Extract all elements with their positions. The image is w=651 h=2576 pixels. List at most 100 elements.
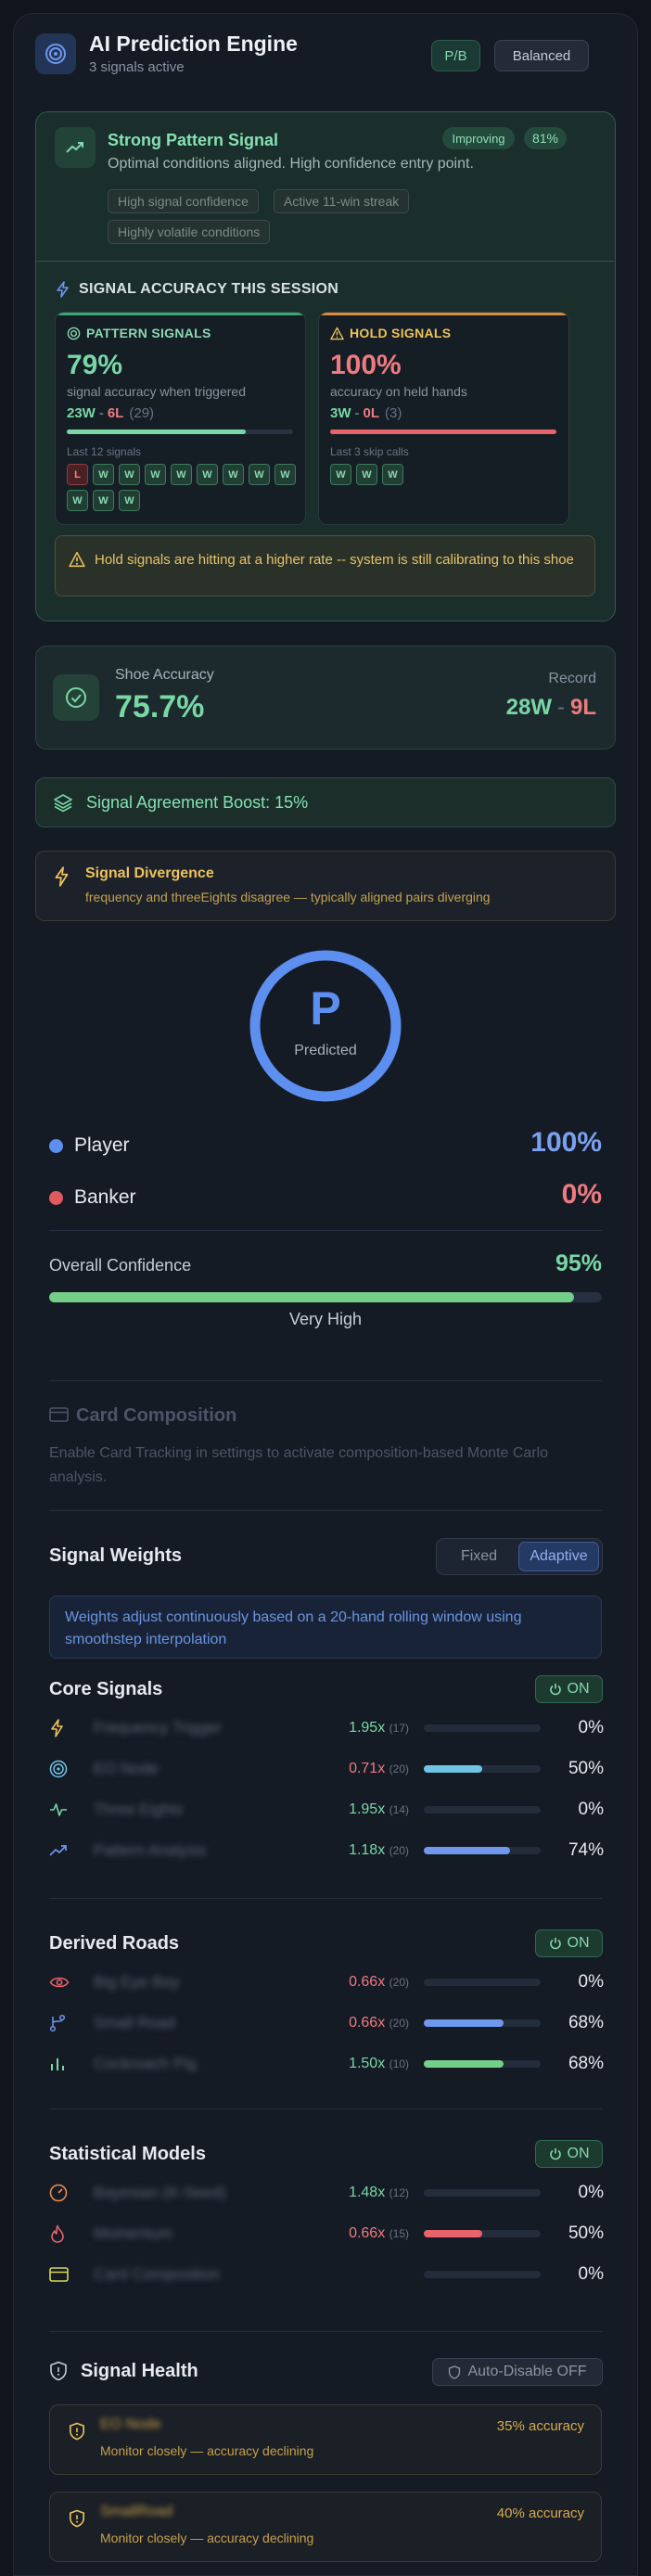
pattern-losses: 6L [107,405,124,421]
signal-row[interactable]: Bayesian (K-Seed) 1.48x (12) 0% [49,2181,604,2205]
signal-name: Frequency Trigger [94,1719,222,1737]
group-enabled-toggle[interactable]: ON [535,2140,603,2168]
history-win: W [119,464,140,485]
banker-percentage: 0% [561,1179,602,1210]
signal-row[interactable]: Cockroach Pig 1.50x (10) 68% [49,2052,604,2076]
signal-row[interactable]: Pattern Analysis 1.18x (20) 74% [49,1839,604,1863]
history-win: W [249,464,270,485]
signal-row[interactable]: Card Composition 0% [49,2262,604,2287]
signal-divergence-card: Signal Divergence frequency and threeEig… [35,851,616,921]
hold-accuracy-caption: accuracy on held hands [330,384,467,399]
group-enabled-toggle[interactable]: ON [535,1675,603,1703]
history-win: W [67,490,88,511]
signal-health-title: Signal Health [81,2361,198,2381]
history-win: W [330,464,351,485]
pattern-history: LWWWWWWWWWWW [67,464,299,511]
signal-multiplier: 1.48x [349,2185,386,2200]
player-label: Player [74,1134,130,1156]
signal-bar [424,1724,541,1732]
signal-sample-count: (15) [389,2227,409,2240]
signal-sample-count: (20) [389,1976,409,1989]
history-win: W [93,490,114,511]
health-item-description: Monitor closely — accuracy declining [100,2443,314,2458]
signal-sample-count: (20) [389,2017,409,2030]
shoe-accuracy-label: Shoe Accuracy [115,667,214,683]
pattern-signals-box: PATTERN SIGNALS 79% signal accuracy when… [55,312,306,525]
card-divider [36,261,614,262]
card-icon [49,1407,69,1422]
signal-row[interactable]: Small Road 0.66x (20) 68% [49,2011,604,2035]
signal-name: Bayesian (K-Seed) [94,2184,226,2201]
signal-row[interactable]: Momentum 0.66x (15) 50% [49,2222,604,2246]
pattern-signals-label: PATTERN SIGNALS [86,326,211,340]
signal-sample-count: (12) [389,2186,409,2199]
pattern-record: 23W - 6L (29) [67,405,154,421]
signal-name: Pattern Analysis [94,1841,207,1859]
signal-bar-fill [424,1765,482,1773]
signal-multiplier: 0.66x [349,2015,386,2031]
signal-name: Momentum [94,2224,173,2242]
check-circle-icon [53,674,99,721]
hold-signals-box: HOLD SIGNALS 100% accuracy on held hands… [318,312,569,525]
signal-group-title: Derived Roads [49,1933,180,1954]
lightning-icon [49,1719,73,1737]
trend-up-icon [55,127,96,168]
health-item-name: SmallRoad [100,2504,173,2519]
signal-tag: Active 11-win streak [274,189,410,213]
signal-tag: High signal confidence [108,189,259,213]
mode-chip[interactable]: P/B [431,40,480,71]
pattern-accuracy-caption: signal accuracy when triggered [67,384,246,399]
pattern-total: (29) [129,405,155,421]
history-loss: L [67,464,88,485]
gauge-icon [49,2184,73,2202]
signal-multiplier: 1.95x [349,1801,386,1817]
auto-disable-toggle[interactable]: Auto-Disable OFF [432,2358,603,2386]
trend-icon [49,1843,73,1858]
player-row: Player [49,1134,130,1157]
signal-percentage: 0% [578,2183,604,2202]
accuracy-heading-text: SIGNAL ACCURACY THIS SESSION [79,281,339,297]
warning-icon [69,551,85,568]
layers-icon [54,794,72,813]
shield-alert-icon [69,2509,85,2528]
overall-confidence-label: Overall Confidence [49,1256,192,1275]
signal-row[interactable]: EO Node 0.71x (20) 50% [49,1757,604,1781]
record-separator: - [354,405,360,421]
health-item-accuracy: 35% accuracy [496,2418,584,2434]
banker-dot [49,1190,63,1205]
record-value: 28W - 9L [506,695,596,721]
pattern-accuracy-value: 79% [67,350,123,380]
auto-disable-label: Auto-Disable OFF [467,2364,587,2379]
signal-percentage: 0% [578,1972,604,1992]
signal-bar [424,1979,541,1986]
hold-signals-label: HOLD SIGNALS [350,326,452,340]
divider [49,1898,602,1899]
divider [49,2331,602,2332]
calibration-warning: Hold signals are hitting at a higher rat… [55,535,595,596]
warning-icon [330,327,344,340]
profile-chip[interactable]: Balanced [494,40,589,71]
signal-percentage: 0% [578,1718,604,1737]
health-item: EO Node Monitor closely — accuracy decli… [49,2404,602,2475]
signal-row[interactable]: Big Eye Boy 0.66x (20) 0% [49,1970,604,1994]
signal-sample-count: (20) [389,1762,409,1775]
signal-percentage: 68% [568,2054,604,2073]
card-icon [49,2267,73,2282]
hold-accuracy-bar [330,429,556,434]
health-item-name: EO Node [100,2416,161,2432]
lightning-icon [57,281,69,298]
signal-weight: 0.71x (20) [321,1761,409,1777]
divergence-title: Signal Divergence [85,865,214,881]
confidence-level-text: Very High [288,1310,363,1328]
signal-row[interactable]: Three Eights 1.95x (14) 0% [49,1798,604,1822]
signal-row[interactable]: Frequency Trigger 1.95x (17) 0% [49,1716,604,1740]
weights-mode-fixed[interactable]: Fixed [440,1542,518,1571]
weights-mode-adaptive[interactable]: Adaptive [518,1542,599,1571]
power-icon [549,1937,562,1950]
group-enabled-toggle[interactable]: ON [535,1929,603,1957]
signal-percentage: 68% [568,2013,604,2032]
signal-percentage: 74% [568,1840,604,1860]
strong-pattern-description: Optimal conditions aligned. High confide… [108,156,474,172]
group-status-label: ON [567,1935,590,1951]
branch-icon [49,2014,73,2032]
